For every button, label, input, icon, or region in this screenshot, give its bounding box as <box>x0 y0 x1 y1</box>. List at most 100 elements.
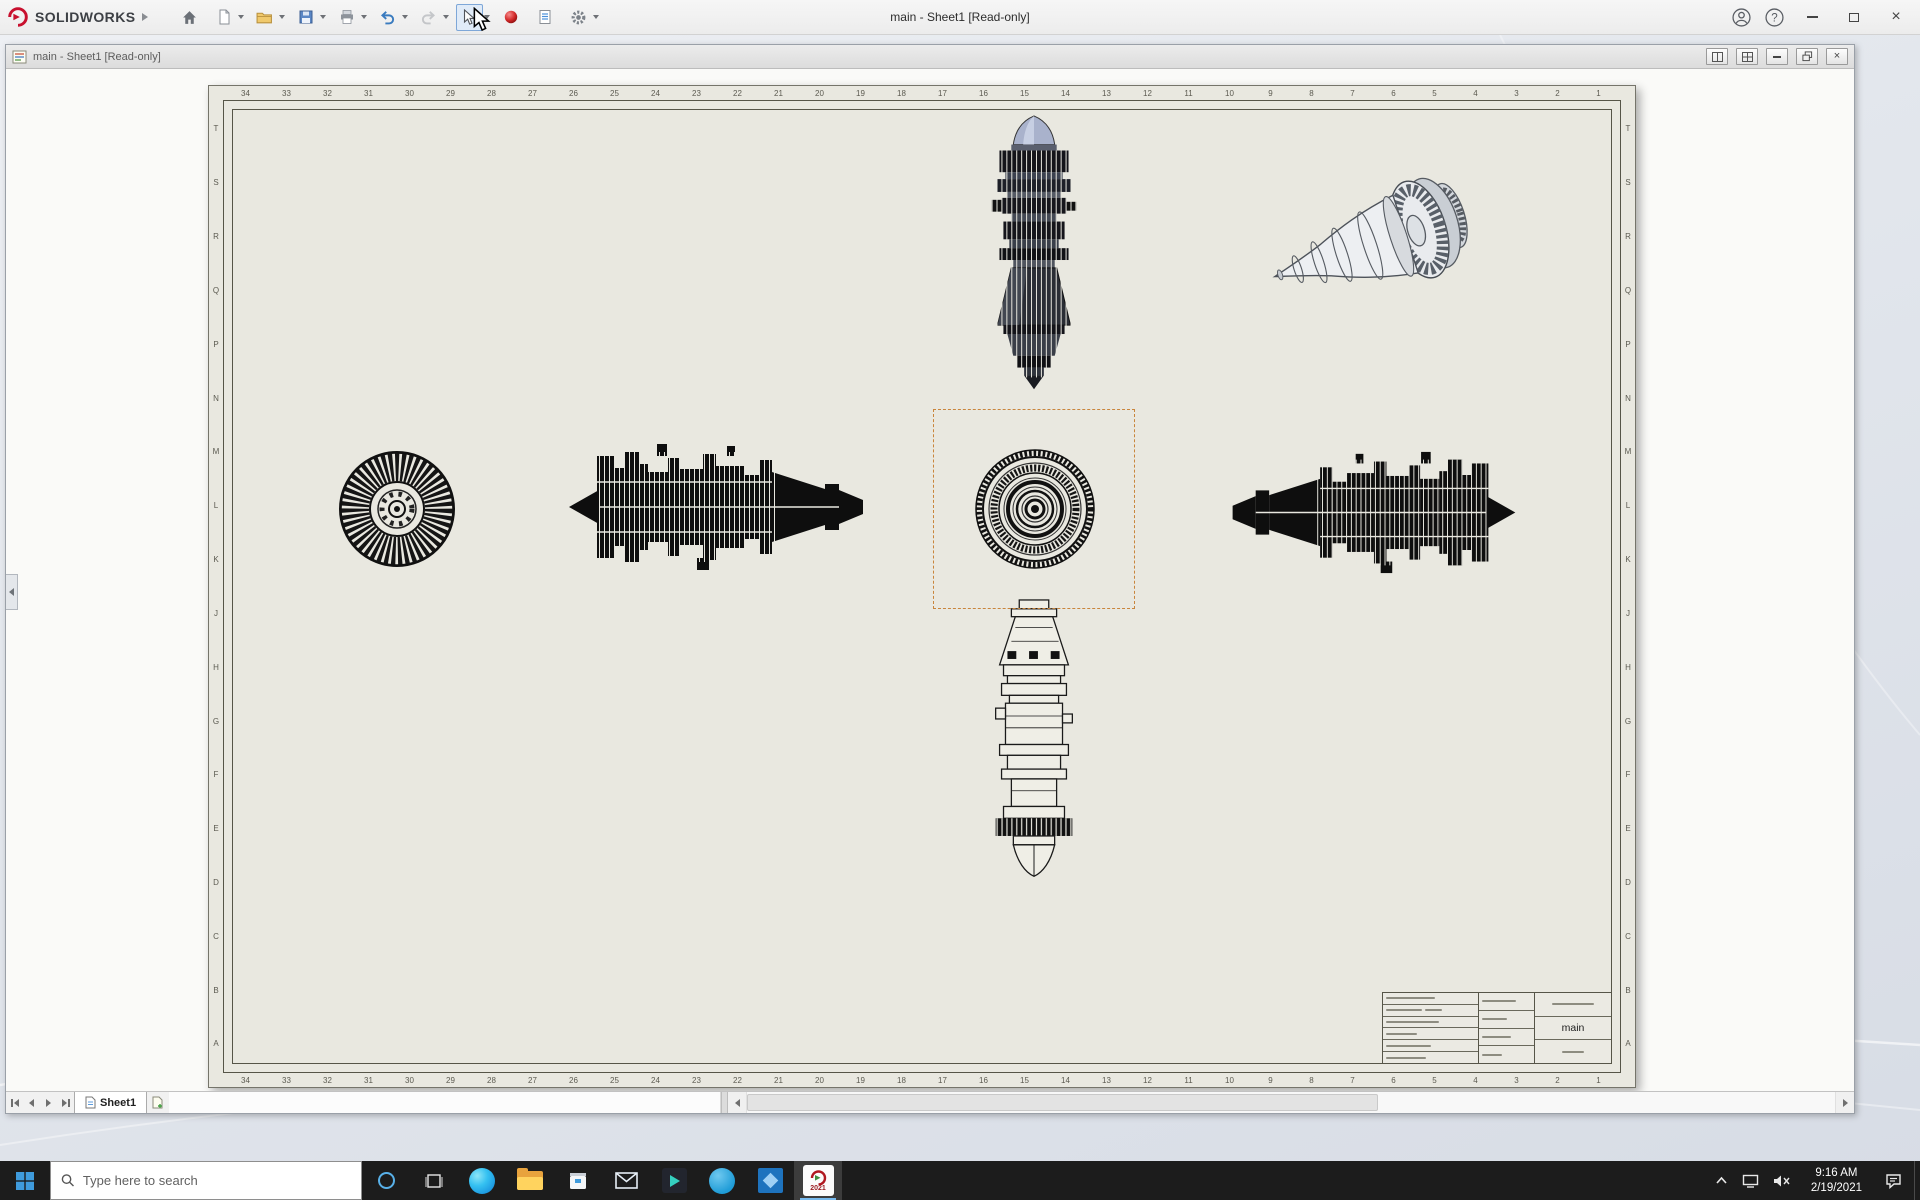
zone-label: 26 <box>569 1075 578 1085</box>
redo-icon <box>422 10 436 24</box>
open-dropdown-icon[interactable] <box>279 15 286 19</box>
store-app-button[interactable] <box>554 1161 602 1200</box>
zone-label: R <box>213 232 219 242</box>
previous-sheet-button[interactable] <box>23 1092 40 1113</box>
sheet-tab-sheet1[interactable]: Sheet1 <box>74 1092 148 1113</box>
featuremanager-collapse-tab[interactable] <box>6 574 18 610</box>
zone-label: S <box>213 178 219 188</box>
zone-label: 23 <box>692 88 701 98</box>
solidworks-app-button[interactable]: 2021 <box>794 1161 842 1200</box>
doc-minimize-button[interactable] <box>1766 48 1788 65</box>
zone-label: B <box>213 985 219 995</box>
zone-label: 27 <box>528 1075 537 1085</box>
taskbar-search[interactable] <box>50 1161 362 1200</box>
zone-label: 9 <box>1268 1075 1273 1085</box>
doc-minimize-icon <box>1773 55 1781 58</box>
tray-chevron-icon[interactable] <box>1715 1176 1728 1185</box>
print-dropdown-icon[interactable] <box>361 15 368 19</box>
viewport-layout-button-2[interactable] <box>1736 48 1758 65</box>
undo-button[interactable] <box>374 4 401 31</box>
properties-button[interactable] <box>531 4 558 31</box>
action-center-button[interactable] <box>1872 1161 1914 1200</box>
minimize-button[interactable] <box>1794 4 1830 31</box>
zone-label: 5 <box>1432 88 1437 98</box>
viewport-layout-button-1[interactable] <box>1706 48 1728 65</box>
horizontal-scrollbar-thumb[interactable] <box>747 1094 1379 1111</box>
zone-label: 16 <box>979 88 988 98</box>
drawing-view-left-fan[interactable] <box>337 449 457 574</box>
redo-dropdown-icon[interactable] <box>443 15 450 19</box>
viewport-quad-icon <box>1741 51 1753 62</box>
zone-rows-left: T S R Q P N M L K J H G F E D C B A <box>210 102 222 1071</box>
media-player-icon <box>661 1168 687 1193</box>
search-input[interactable] <box>82 1173 351 1188</box>
engine-side-graphic-left <box>569 444 863 570</box>
hscroll-left-button[interactable] <box>728 1092 747 1113</box>
tab-scroll-splitter[interactable] <box>721 1092 729 1113</box>
redo-button[interactable] <box>415 4 442 31</box>
zone-label: 14 <box>1061 1075 1070 1085</box>
fan-front-graphic <box>339 451 455 567</box>
select-tool-dropdown-icon[interactable] <box>484 15 491 19</box>
maximize-button[interactable] <box>1836 4 1872 31</box>
volume-icon[interactable] <box>1773 1174 1791 1188</box>
search-icon <box>61 1174 74 1187</box>
doc-close-icon: × <box>1833 50 1841 62</box>
zone-label: 31 <box>364 88 373 98</box>
drawing-view-top[interactable] <box>974 113 1094 414</box>
start-button[interactable] <box>0 1161 50 1200</box>
window-title: main - Sheet1 [Read-only] <box>890 10 1030 24</box>
drawing-view-isometric[interactable] <box>1242 160 1502 335</box>
account-button[interactable] <box>1728 4 1755 31</box>
skype-app-button[interactable] <box>698 1161 746 1200</box>
network-icon[interactable] <box>1742 1174 1759 1188</box>
zone-label: Q <box>212 285 220 295</box>
home-button[interactable] <box>176 4 203 31</box>
drawing-sheet[interactable]: 34 33 32 31 30 29 28 27 26 25 24 23 22 21 20 19 18 17 16 15… <box>208 85 1636 1088</box>
last-sheet-button[interactable] <box>57 1092 74 1113</box>
cortana-button[interactable] <box>362 1161 410 1200</box>
help-button[interactable]: ? <box>1761 4 1788 31</box>
mail-app-button[interactable] <box>602 1161 650 1200</box>
drawing-view-bottom[interactable] <box>974 598 1094 898</box>
doc-close-button[interactable]: × <box>1826 48 1848 65</box>
zone-columns-bottom: 34 33 32 31 30 29 28 27 26 25 24 23 22 21 20 19 18 17 16 15… <box>225 1074 1619 1086</box>
open-button[interactable] <box>251 4 278 31</box>
zone-label: L <box>213 501 219 511</box>
save-dropdown-icon[interactable] <box>320 15 327 19</box>
photos-app-button[interactable] <box>746 1161 794 1200</box>
drawing-view-left-side[interactable] <box>567 442 867 577</box>
logo-expand-arrow[interactable] <box>142 13 149 21</box>
edge-app-button[interactable] <box>458 1161 506 1200</box>
drawing-view-right-side[interactable] <box>1223 450 1523 580</box>
taskbar-clock[interactable]: 9:16 AM 2/19/2021 <box>1801 1161 1872 1200</box>
task-view-button[interactable] <box>410 1161 458 1200</box>
red-sphere-button[interactable] <box>497 4 524 31</box>
first-sheet-button[interactable] <box>6 1092 23 1113</box>
horizontal-scrollbar[interactable] <box>746 1092 1836 1113</box>
zone-label: 18 <box>897 1075 906 1085</box>
solidworks-menu[interactable]: SOLIDWORKS <box>6 6 149 28</box>
save-button[interactable] <box>292 4 319 31</box>
drawing-viewport[interactable]: 34 33 32 31 30 29 28 27 26 25 24 23 22 21 20 19 18 17 16 15… <box>6 69 1854 1091</box>
new-document-button[interactable] <box>210 4 237 31</box>
zone-label: 21 <box>774 1075 783 1085</box>
select-tool-button[interactable] <box>456 3 484 31</box>
media-app-button[interactable] <box>650 1161 698 1200</box>
doc-restore-button[interactable] <box>1796 48 1818 65</box>
hscroll-right-button[interactable] <box>1836 1092 1854 1113</box>
close-button[interactable]: × <box>1878 4 1914 31</box>
print-button[interactable] <box>333 4 360 31</box>
zone-label: 3 <box>1514 1075 1519 1085</box>
new-document-dropdown-icon[interactable] <box>238 15 245 19</box>
options-dropdown-icon[interactable] <box>593 15 600 19</box>
options-button[interactable] <box>565 4 592 31</box>
add-sheet-button[interactable] <box>147 1092 169 1113</box>
show-desktop-button[interactable] <box>1914 1161 1920 1200</box>
undo-dropdown-icon[interactable] <box>402 15 409 19</box>
zone-label: A <box>213 1039 219 1049</box>
zone-label: 22 <box>733 88 742 98</box>
zone-label: 34 <box>241 1075 250 1085</box>
next-sheet-button[interactable] <box>40 1092 57 1113</box>
file-explorer-app-button[interactable] <box>506 1161 554 1200</box>
